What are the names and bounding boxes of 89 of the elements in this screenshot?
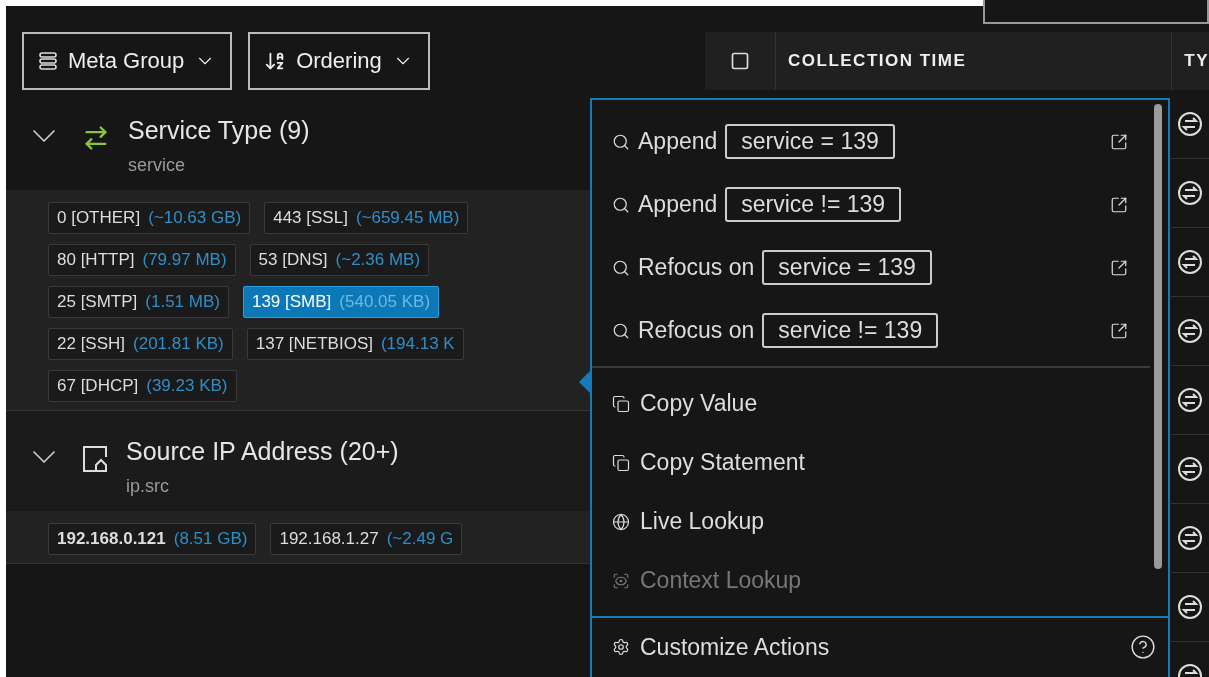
chip-value: 192.168.0.121 bbox=[57, 529, 166, 549]
menu-item[interactable]: Refocus on service != 139 bbox=[592, 299, 1168, 362]
chip-value: 22 [SSH] bbox=[57, 334, 126, 354]
chip-size: (39.23 KB) bbox=[146, 376, 228, 396]
chip-size: (201.81 KB) bbox=[133, 334, 224, 354]
external-link-icon[interactable] bbox=[1110, 132, 1128, 151]
exchange-icon bbox=[1177, 456, 1203, 482]
group-key: ip.src bbox=[126, 476, 399, 497]
exchange-icon bbox=[1177, 249, 1203, 275]
menu-item[interactable]: Copy Value bbox=[592, 374, 1168, 433]
checkbox[interactable] bbox=[730, 51, 750, 71]
scrollbar[interactable] bbox=[1154, 104, 1162, 569]
chip-size: (~2.36 MB) bbox=[335, 250, 421, 270]
menu-item[interactable]: Copy Statement bbox=[592, 433, 1168, 492]
menu-item-label: Copy Value bbox=[640, 390, 758, 417]
query-expression: service = 139 bbox=[725, 124, 895, 159]
chip-size: (~659.45 MB) bbox=[355, 208, 460, 228]
value-chip[interactable]: 139 [SMB] (540.05 KB) bbox=[242, 286, 440, 318]
chip-value: 139 [SMB] bbox=[251, 292, 332, 312]
ip-address-icon bbox=[82, 445, 108, 473]
group-key: service bbox=[128, 155, 310, 176]
exchange-icon bbox=[1177, 525, 1203, 551]
value-chip[interactable]: 80 [HTTP] (79.97 MB) bbox=[48, 244, 236, 276]
menu-item[interactable]: Refocus on service = 139 bbox=[592, 236, 1168, 299]
value-chip[interactable]: 137 [NETBIOS] (194.13 K bbox=[246, 328, 464, 360]
value-chip[interactable]: 22 [SSH] (201.81 KB) bbox=[48, 328, 233, 360]
query-expression: service != 139 bbox=[725, 187, 902, 222]
value-chip[interactable]: 443 [SSL] (~659.45 MB) bbox=[264, 202, 469, 234]
menu-footer[interactable]: Customize Actions bbox=[592, 616, 1168, 676]
input-field[interactable] bbox=[983, 0, 1209, 24]
stack-icon bbox=[38, 51, 58, 71]
value-chip[interactable]: 0 [OTHER] (~10.63 GB) bbox=[48, 202, 251, 234]
external-link-icon[interactable] bbox=[1110, 258, 1128, 277]
exchange-icon bbox=[1177, 387, 1203, 413]
action-label: Refocus on bbox=[638, 254, 755, 281]
help-icon[interactable] bbox=[1130, 634, 1156, 660]
value-chip[interactable]: 53 [DNS] (~2.36 MB) bbox=[249, 244, 430, 276]
ordering-dropdown[interactable]: Ordering bbox=[248, 32, 430, 90]
chip-size: (8.51 GB) bbox=[173, 529, 248, 549]
chip-value: 0 [OTHER] bbox=[57, 208, 141, 228]
chip-value: 443 [SSL] bbox=[273, 208, 348, 228]
menu-item-label: Live Lookup bbox=[640, 508, 765, 535]
menu-item[interactable]: Append service = 139 bbox=[592, 110, 1168, 173]
copy-icon bbox=[612, 453, 630, 472]
menu-item[interactable]: Live Lookup bbox=[592, 492, 1168, 551]
exchange-icon bbox=[1177, 111, 1203, 137]
globe-icon bbox=[612, 512, 630, 531]
exchange-icon bbox=[1177, 318, 1203, 344]
customize-actions-label: Customize Actions bbox=[640, 633, 830, 661]
chip-value: 192.168.1.27 bbox=[279, 529, 379, 549]
column-header[interactable]: COLLECTION TIME bbox=[776, 32, 1173, 90]
chip-value: 53 [DNS] bbox=[258, 250, 328, 270]
query-expression: service != 139 bbox=[762, 313, 939, 348]
query-expression: service = 139 bbox=[762, 250, 932, 285]
menu-item-label: Context Lookup bbox=[640, 567, 802, 594]
exchange-icon bbox=[1177, 180, 1203, 206]
menu-item-label: Copy Statement bbox=[640, 449, 805, 476]
chip-size: (~2.49 G bbox=[386, 529, 454, 549]
external-link-icon[interactable] bbox=[1110, 321, 1128, 340]
copy-icon bbox=[612, 394, 630, 413]
value-chip[interactable]: 192.168.1.27 (~2.49 G bbox=[270, 523, 463, 555]
group-title: Source IP Address (20+) bbox=[126, 437, 399, 466]
chip-value: 67 [DHCP] bbox=[57, 376, 139, 396]
menu-item[interactable]: Append service != 139 bbox=[592, 173, 1168, 236]
action-label: Append bbox=[638, 191, 718, 218]
action-label: Append bbox=[638, 128, 718, 155]
search-icon bbox=[612, 195, 630, 214]
chip-size: (~10.63 GB) bbox=[148, 208, 242, 228]
chip-value: 80 [HTTP] bbox=[57, 250, 135, 270]
settings-icon bbox=[612, 638, 630, 656]
value-chip[interactable]: 192.168.0.121 (8.51 GB) bbox=[48, 523, 257, 555]
search-icon bbox=[612, 321, 630, 340]
action-label: Refocus on bbox=[638, 317, 755, 344]
chip-size: (79.97 MB) bbox=[142, 250, 227, 270]
column-header[interactable]: TY bbox=[1172, 32, 1209, 90]
group-title: Service Type (9) bbox=[128, 116, 310, 145]
value-chip[interactable]: 67 [DHCP] (39.23 KB) bbox=[48, 370, 237, 402]
chip-size: (540.05 KB) bbox=[339, 292, 431, 312]
chip-value: 25 [SMTP] bbox=[57, 292, 138, 312]
value-chip[interactable]: 25 [SMTP] (1.51 MB) bbox=[48, 286, 229, 318]
meta-group-dropdown[interactable]: Meta Group bbox=[22, 32, 233, 90]
eye-icon bbox=[612, 571, 630, 590]
external-link-icon[interactable] bbox=[1110, 195, 1128, 214]
chip-size: (1.51 MB) bbox=[145, 292, 220, 312]
search-icon bbox=[612, 132, 630, 151]
search-icon bbox=[612, 258, 630, 277]
chip-size: (194.13 K bbox=[380, 334, 455, 354]
exchange-icon bbox=[1177, 594, 1203, 620]
chip-value: 137 [NETBIOS] bbox=[255, 334, 373, 354]
